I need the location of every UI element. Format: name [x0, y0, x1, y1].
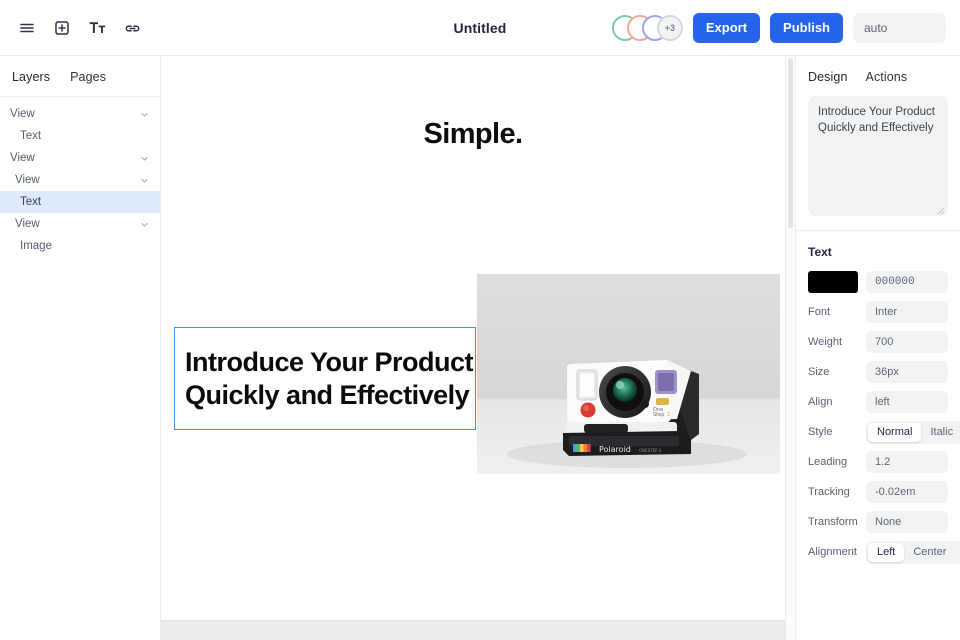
- alignment-label: Alignment: [808, 546, 857, 558]
- tracking-input[interactable]: -0.02em: [866, 481, 948, 503]
- add-frame-icon[interactable]: [49, 15, 75, 41]
- canvas[interactable]: Simple. Introduce Your Product Quickly a…: [161, 56, 786, 640]
- weight-row: Weight 700: [796, 327, 960, 357]
- layer-row[interactable]: View: [0, 147, 160, 169]
- app-root: Untitled +3 Export Publish Layers Pages …: [0, 0, 960, 640]
- layer-row[interactable]: View: [0, 213, 160, 235]
- chevron-down-icon[interactable]: [138, 218, 150, 230]
- style-option-italic[interactable]: Italic: [921, 423, 960, 442]
- align-input[interactable]: left: [866, 391, 948, 413]
- transform-label: Transform: [808, 516, 858, 528]
- font-input[interactable]: Inter: [866, 301, 948, 323]
- align-row: Align left: [796, 387, 960, 417]
- chevron-down-icon[interactable]: [138, 152, 150, 164]
- tracking-row: Tracking -0.02em: [796, 477, 960, 507]
- alignment-option-right[interactable]: R: [955, 543, 960, 562]
- leading-input[interactable]: 1.2: [866, 451, 948, 473]
- alignment-option-center[interactable]: Center: [904, 543, 955, 562]
- style-label: Style: [808, 426, 833, 438]
- svg-text:2: 2: [667, 412, 670, 418]
- avatar-overflow-count[interactable]: +3: [656, 14, 683, 41]
- left-panel-tabs: Layers Pages: [0, 56, 160, 97]
- section-title-text: Text: [808, 245, 832, 259]
- canvas-text-content: Introduce Your Product Quickly and Effec…: [185, 346, 474, 410]
- publish-button[interactable]: Publish: [770, 12, 843, 43]
- font-label: Font: [808, 306, 831, 318]
- svg-text:Polaroid: Polaroid: [599, 445, 631, 454]
- style-row: Style Normal Italic: [796, 417, 960, 447]
- leading-row: Leading 1.2: [796, 447, 960, 477]
- main-body: Layers Pages View Text View View Text Vi…: [0, 56, 960, 640]
- tab-pages[interactable]: Pages: [70, 70, 106, 84]
- svg-text:Step: Step: [653, 412, 664, 418]
- menu-icon[interactable]: [14, 15, 40, 41]
- layer-label: View: [15, 174, 40, 186]
- layer-row[interactable]: View: [0, 169, 160, 191]
- top-toolbar: Untitled +3 Export Publish: [0, 0, 960, 56]
- layer-row[interactable]: Text: [0, 125, 160, 147]
- polaroid-camera-icon: One Step 2 Polaroid ONESTEP 2: [477, 274, 780, 474]
- weight-input[interactable]: 700: [866, 331, 948, 353]
- tab-actions[interactable]: Actions: [866, 70, 908, 84]
- right-panel-tabs: Design Actions: [796, 56, 960, 96]
- size-input[interactable]: 36px: [866, 361, 948, 383]
- tracking-label: Tracking: [808, 486, 850, 498]
- layer-label: View: [10, 108, 35, 120]
- canvas-image-polaroid-camera[interactable]: One Step 2 Polaroid ONESTEP 2: [477, 274, 780, 474]
- style-segmented-control: Normal Italic: [866, 420, 960, 444]
- alignment-option-left[interactable]: Left: [868, 542, 905, 562]
- transform-row: Transform None: [796, 507, 960, 537]
- layer-label: View: [10, 152, 35, 164]
- color-row: 000000: [796, 267, 960, 297]
- align-label: Align: [808, 396, 833, 408]
- layer-label: Text: [20, 196, 42, 208]
- layer-label: View: [15, 218, 40, 230]
- properties-panel: Design Actions Introduce Your Product Qu…: [796, 56, 960, 640]
- scrollbar-thumb[interactable]: [788, 58, 793, 228]
- color-hex-input[interactable]: 000000: [866, 271, 948, 293]
- size-row: Size 36px: [796, 357, 960, 387]
- layer-row[interactable]: Image: [0, 235, 160, 257]
- font-row: Font Inter: [796, 297, 960, 327]
- transform-input[interactable]: None: [866, 511, 948, 533]
- prompt-text: Introduce Your Product Quickly and Effec…: [818, 106, 935, 134]
- export-button[interactable]: Export: [692, 12, 761, 43]
- alignment-segmented-control: Left Center R: [866, 540, 960, 564]
- right-panel-scrollbar[interactable]: [786, 56, 796, 640]
- resize-handle-icon[interactable]: [937, 205, 945, 215]
- layers-panel: Layers Pages View Text View View Text Vi…: [0, 56, 161, 640]
- canvas-heading[interactable]: Simple.: [161, 118, 785, 151]
- alignment-row: Alignment Left Center R: [796, 537, 960, 567]
- link-icon[interactable]: [119, 15, 145, 41]
- layer-tree: View Text View View Text View Image: [0, 97, 160, 257]
- layer-label: Image: [20, 240, 52, 252]
- chevron-down-icon[interactable]: [138, 108, 150, 120]
- toolbar-tools: [14, 15, 145, 41]
- color-swatch[interactable]: [808, 271, 858, 293]
- canvas-selected-text-block[interactable]: Introduce Your Product Quickly and Effec…: [174, 327, 476, 430]
- text-tool-icon[interactable]: [84, 15, 110, 41]
- style-option-normal[interactable]: Normal: [868, 422, 922, 442]
- leading-label: Leading: [808, 456, 848, 468]
- collaborator-avatars[interactable]: +3: [611, 14, 683, 41]
- chevron-down-icon[interactable]: [138, 174, 150, 186]
- svg-text:ONESTEP 2: ONESTEP 2: [639, 448, 662, 453]
- toolbar-right: +3 Export Publish: [611, 12, 946, 43]
- prompt-card: Introduce Your Product Quickly and Effec…: [796, 96, 960, 231]
- prompt-textarea[interactable]: Introduce Your Product Quickly and Effec…: [808, 96, 948, 216]
- layer-row[interactable]: View: [0, 103, 160, 125]
- tab-design[interactable]: Design: [808, 70, 848, 84]
- zoom-input[interactable]: [853, 12, 946, 43]
- layer-row-selected[interactable]: Text: [0, 191, 160, 213]
- size-label: Size: [808, 366, 830, 378]
- canvas-bottom-bar: [161, 620, 785, 640]
- weight-label: Weight: [808, 336, 843, 348]
- tab-layers[interactable]: Layers: [12, 70, 50, 84]
- layer-label: Text: [20, 130, 42, 142]
